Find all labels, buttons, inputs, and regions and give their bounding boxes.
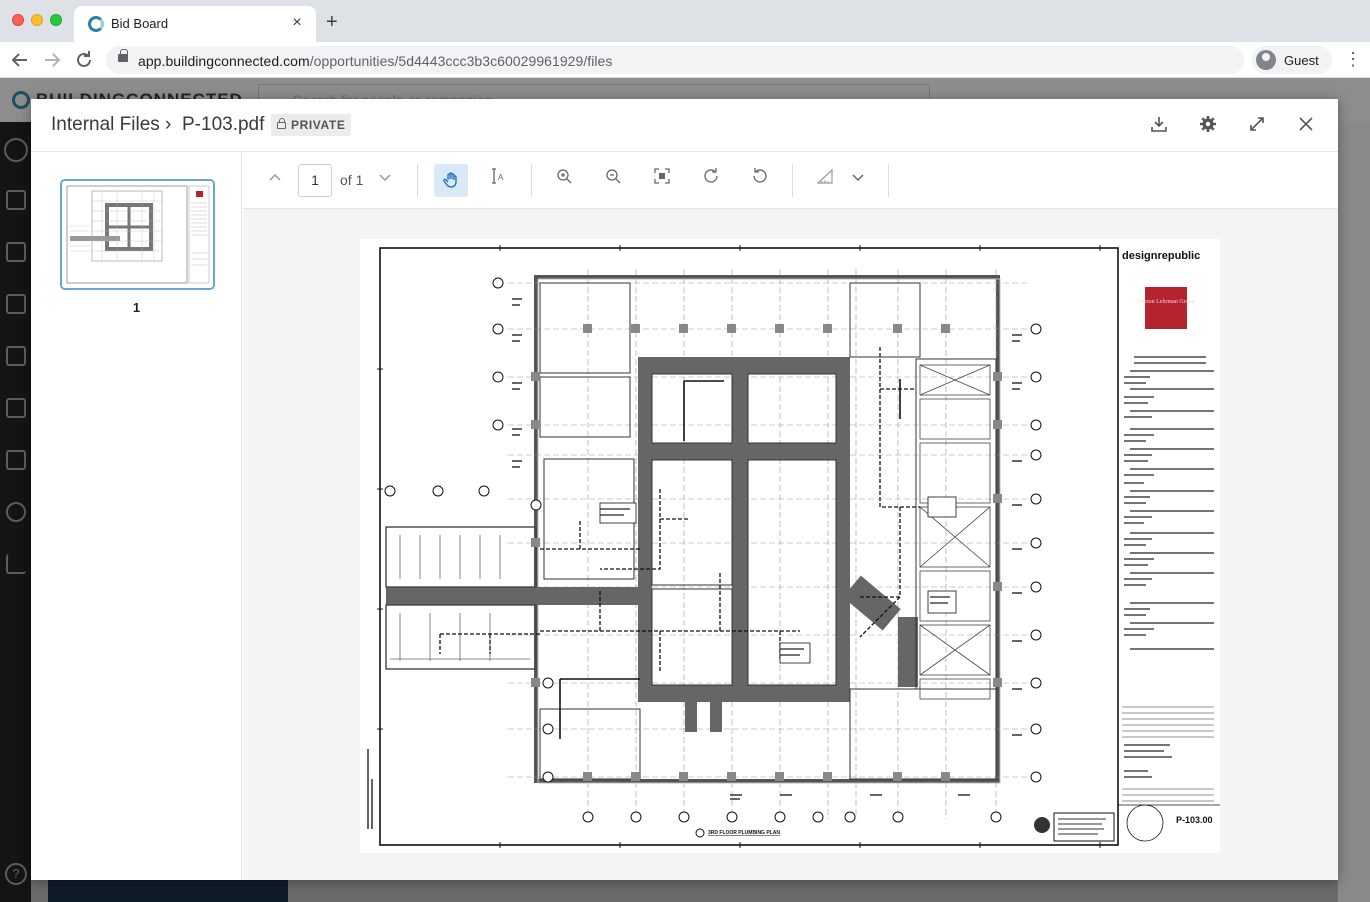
fit-page-icon bbox=[654, 168, 670, 184]
hand-tool-button[interactable] bbox=[434, 164, 468, 197]
lock-icon bbox=[118, 49, 128, 62]
floor-plan-drawing: 3RD FLOOR PLUMBING PLAN designrepublic G… bbox=[360, 239, 1220, 853]
reload-icon bbox=[77, 51, 91, 67]
url-path: /opportunities/5d4443ccc3b3c60029961929/… bbox=[309, 53, 613, 69]
document-canvas[interactable]: 3RD FLOOR PLUMBING PLAN designrepublic G… bbox=[243, 209, 1338, 880]
arrow-left-icon bbox=[11, 53, 27, 67]
private-badge: PRIVATE bbox=[271, 114, 352, 136]
close-icon bbox=[1299, 117, 1313, 131]
hand-tool-icon bbox=[443, 172, 457, 188]
thumbnail-panel: 1 bbox=[31, 152, 242, 880]
download-icon bbox=[1151, 117, 1167, 132]
new-tab-button[interactable]: + bbox=[326, 12, 338, 32]
list-icon[interactable] bbox=[6, 242, 26, 262]
dropdown-chevron-icon bbox=[852, 174, 864, 182]
user-icon[interactable] bbox=[4, 138, 28, 162]
browser-menu-button[interactable]: ⋮ bbox=[1344, 48, 1362, 70]
file-preview-modal: Internal Files › P-103.pdf PRIVATE 1 1 o… bbox=[31, 99, 1338, 880]
calendar-icon[interactable] bbox=[6, 346, 26, 366]
back-button[interactable] bbox=[8, 48, 32, 72]
thumbnail-page-number: 1 bbox=[132, 300, 141, 315]
fullscreen-button[interactable] bbox=[1246, 115, 1268, 137]
page-thumbnail[interactable] bbox=[60, 179, 215, 290]
help-icon[interactable]: ? bbox=[5, 863, 27, 885]
avatar-icon bbox=[1256, 50, 1276, 70]
rotate-counterclockwise-icon bbox=[753, 168, 767, 183]
stamp-icon[interactable] bbox=[6, 398, 26, 418]
bar-chart-icon[interactable] bbox=[6, 554, 26, 574]
browser-tab-bar: Bid Board × + bbox=[0, 0, 1370, 42]
viewer-toolbar: 1 of 1 A bbox=[243, 152, 1338, 209]
toolbar-divider bbox=[792, 164, 793, 197]
fit-page-button[interactable] bbox=[647, 166, 677, 196]
text-select-icon: A bbox=[492, 168, 504, 184]
page-count: of 1 bbox=[340, 172, 364, 188]
app-sidebar: ? bbox=[0, 122, 31, 902]
firm-name: designrepublic bbox=[1122, 250, 1200, 262]
clipboard-icon[interactable] bbox=[6, 294, 26, 314]
file-name: P-103.pdf bbox=[182, 114, 265, 135]
profile-button[interactable]: Guest bbox=[1252, 46, 1332, 74]
toolbar-divider bbox=[417, 164, 418, 197]
rotate-clockwise-button[interactable] bbox=[696, 166, 726, 196]
previous-page-button[interactable] bbox=[260, 166, 290, 196]
close-modal-button[interactable] bbox=[1295, 115, 1317, 137]
browser-toolbar: app.buildingconnected.com/opportunities/… bbox=[0, 42, 1370, 78]
window-close-button[interactable] bbox=[12, 14, 24, 26]
client-logo-text: Gerson Lehrman Group bbox=[1137, 299, 1194, 305]
app-background-bottom bbox=[48, 880, 288, 902]
expand-icon bbox=[1250, 117, 1264, 131]
breadcrumb-separator: › bbox=[165, 114, 172, 135]
page-number-input[interactable]: 1 bbox=[298, 164, 332, 197]
measure-tool-button[interactable] bbox=[810, 166, 840, 196]
lock-icon bbox=[277, 118, 286, 129]
pdf-page: 3RD FLOOR PLUMBING PLAN designrepublic G… bbox=[360, 239, 1220, 853]
modal-header: Internal Files › P-103.pdf PRIVATE bbox=[31, 99, 1338, 152]
chevron-down-icon bbox=[379, 174, 391, 182]
app-logo-icon bbox=[12, 91, 30, 109]
arrow-right-icon bbox=[45, 53, 61, 67]
private-badge-label: PRIVATE bbox=[291, 118, 346, 132]
address-bar[interactable]: app.buildingconnected.com/opportunities/… bbox=[106, 46, 1244, 74]
breadcrumb-internal-files[interactable]: Internal Files bbox=[51, 114, 160, 136]
browser-tab[interactable]: Bid Board × bbox=[74, 6, 316, 42]
building-icon[interactable] bbox=[6, 190, 26, 210]
zoom-in-button[interactable] bbox=[549, 166, 579, 196]
rotate-clockwise-icon bbox=[704, 168, 718, 183]
app-background-right bbox=[1338, 122, 1370, 902]
settings-button[interactable] bbox=[1197, 115, 1219, 137]
favicon-icon bbox=[88, 16, 104, 32]
measure-icon bbox=[816, 168, 833, 184]
rotate-counterclockwise-button[interactable] bbox=[745, 166, 775, 196]
next-page-button[interactable] bbox=[370, 166, 400, 196]
drawing-plan-title: 3RD FLOOR PLUMBING PLAN bbox=[708, 830, 780, 836]
thumbnail-image bbox=[62, 181, 213, 288]
chevron-up-icon bbox=[269, 173, 281, 181]
url-text[interactable]: app.buildingconnected.com/opportunities/… bbox=[138, 53, 612, 69]
contacts-icon[interactable] bbox=[6, 450, 26, 470]
url-host: app.buildingconnected.com bbox=[138, 53, 310, 69]
tab-title: Bid Board bbox=[111, 16, 169, 31]
zoom-out-button[interactable] bbox=[598, 166, 628, 196]
download-button[interactable] bbox=[1148, 115, 1170, 137]
clock-icon[interactable] bbox=[6, 502, 26, 522]
sheet-number: P-103.00 bbox=[1176, 815, 1213, 825]
tab-close-button[interactable]: × bbox=[288, 14, 306, 32]
svg-text:A: A bbox=[498, 173, 504, 182]
toolbar-divider bbox=[888, 164, 889, 197]
window-minimize-button[interactable] bbox=[31, 14, 43, 26]
zoom-in-icon bbox=[557, 169, 572, 184]
toolbar-divider bbox=[531, 164, 532, 197]
forward-button[interactable] bbox=[40, 48, 64, 72]
gear-icon bbox=[1200, 116, 1216, 132]
zoom-out-icon bbox=[606, 169, 621, 184]
profile-label: Guest bbox=[1284, 53, 1319, 68]
reload-button[interactable] bbox=[72, 48, 96, 72]
window-zoom-button[interactable] bbox=[50, 14, 62, 26]
client-logo bbox=[1145, 287, 1187, 329]
measure-options-dropdown[interactable] bbox=[843, 166, 873, 196]
text-select-button[interactable]: A bbox=[482, 166, 512, 196]
